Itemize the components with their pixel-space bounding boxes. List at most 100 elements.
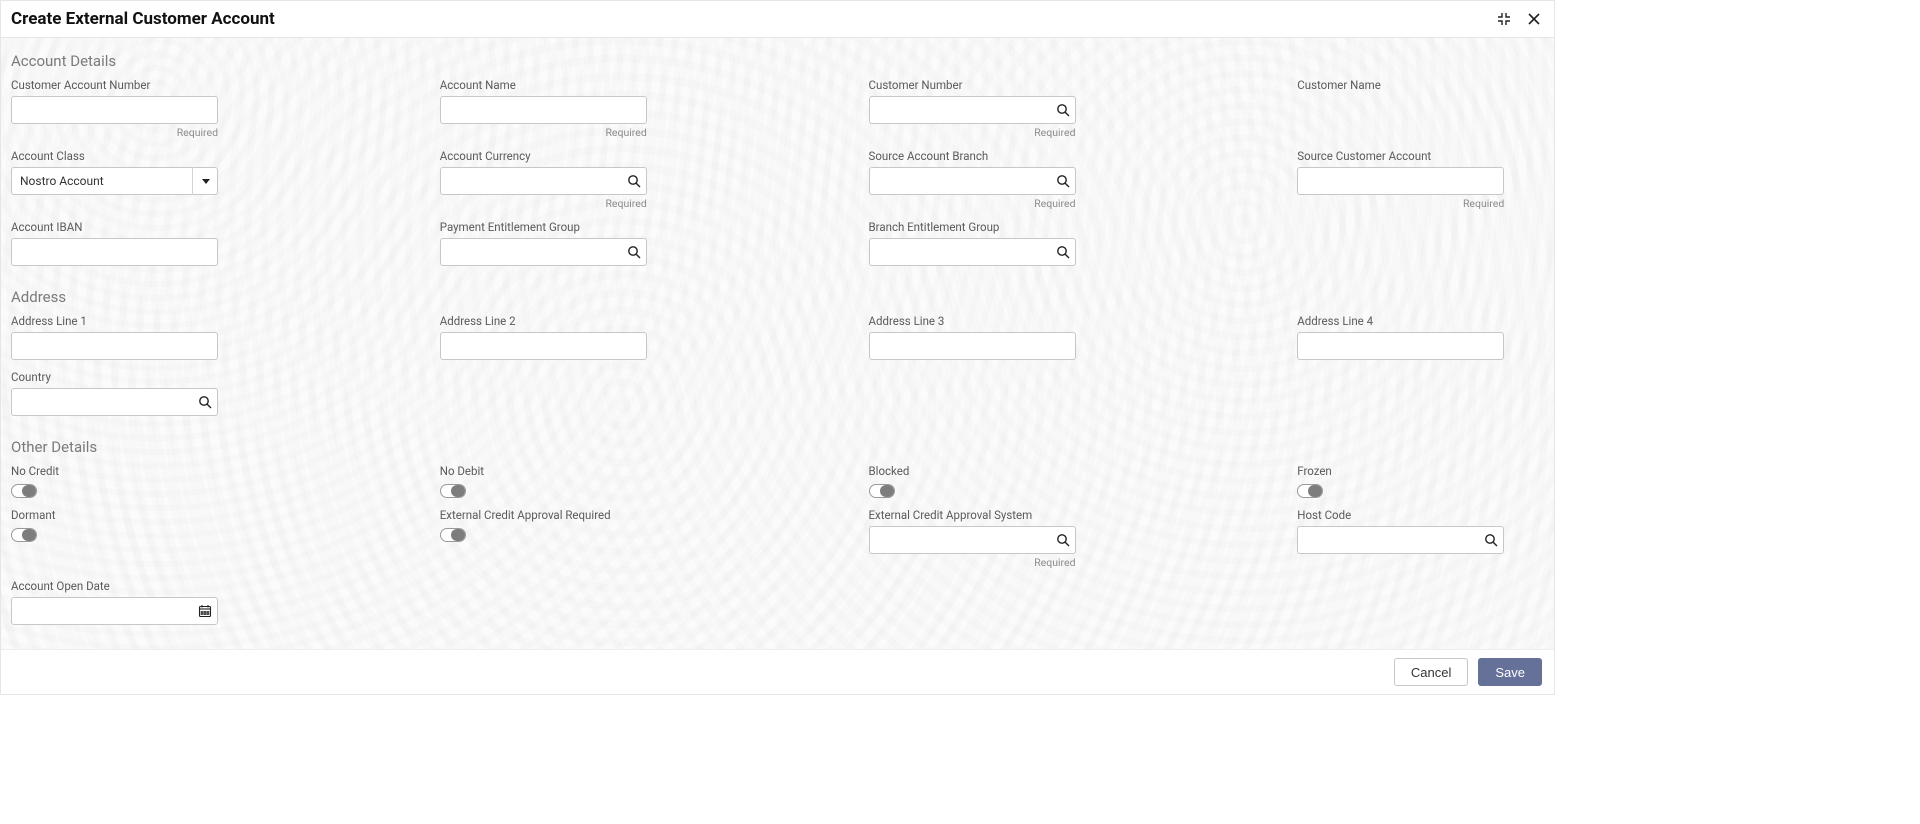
label-external-credit-approval-required: External Credit Approval Required bbox=[440, 508, 687, 522]
label-blocked: Blocked bbox=[869, 464, 1116, 478]
hint-required: Required bbox=[1297, 197, 1504, 210]
country-input[interactable] bbox=[11, 388, 218, 416]
label-no-debit: No Debit bbox=[440, 464, 687, 478]
label-host-code: Host Code bbox=[1297, 508, 1544, 522]
search-icon[interactable] bbox=[1050, 96, 1076, 124]
field-country: Country bbox=[11, 370, 258, 416]
field-external-credit-approval-system: External Credit Approval System Required bbox=[869, 508, 1116, 569]
source-customer-account-input[interactable] bbox=[1297, 167, 1504, 195]
field-branch-entitlement-group: Branch Entitlement Group bbox=[869, 220, 1116, 266]
source-account-branch-input[interactable] bbox=[869, 167, 1076, 195]
account-name-input[interactable] bbox=[440, 96, 647, 124]
field-account-class: Account Class Nostro Account bbox=[11, 149, 258, 210]
account-currency-input[interactable] bbox=[440, 167, 647, 195]
address-grid: Address Line 1 Address Line 2 Address Li… bbox=[11, 314, 1544, 420]
field-account-currency: Account Currency Required bbox=[440, 149, 687, 210]
external-credit-approval-system-input[interactable] bbox=[869, 526, 1076, 554]
search-icon[interactable] bbox=[621, 238, 647, 266]
address-line-4-input[interactable] bbox=[1297, 332, 1504, 360]
account-iban-input[interactable] bbox=[11, 238, 218, 266]
hint-required: Required bbox=[440, 197, 647, 210]
label-payment-entitlement-group: Payment Entitlement Group bbox=[440, 220, 687, 234]
account-details-grid: Customer Account Number Required Account… bbox=[11, 78, 1544, 270]
label-no-credit: No Credit bbox=[11, 464, 258, 478]
payment-entitlement-group-input[interactable] bbox=[440, 238, 647, 266]
hint-required: Required bbox=[11, 126, 218, 139]
account-open-date-input[interactable] bbox=[11, 597, 218, 625]
address-line-3-input[interactable] bbox=[869, 332, 1076, 360]
account-class-select[interactable]: Nostro Account bbox=[11, 167, 218, 195]
search-icon[interactable] bbox=[1050, 167, 1076, 195]
section-title-address: Address bbox=[11, 288, 1544, 306]
no-debit-toggle[interactable] bbox=[440, 484, 466, 498]
label-frozen: Frozen bbox=[1297, 464, 1544, 478]
label-account-class: Account Class bbox=[11, 149, 258, 163]
field-dormant: Dormant bbox=[11, 508, 258, 569]
label-account-currency: Account Currency bbox=[440, 149, 687, 163]
field-source-account-branch: Source Account Branch Required bbox=[869, 149, 1116, 210]
search-icon[interactable] bbox=[1050, 238, 1076, 266]
header-actions bbox=[1494, 9, 1544, 29]
label-dormant: Dormant bbox=[11, 508, 258, 522]
label-account-iban: Account IBAN bbox=[11, 220, 258, 234]
customer-account-number-input[interactable] bbox=[11, 96, 218, 124]
external-credit-approval-required-toggle[interactable] bbox=[440, 528, 466, 542]
field-account-iban: Account IBAN bbox=[11, 220, 258, 266]
label-address-line-2: Address Line 2 bbox=[440, 314, 687, 328]
search-icon[interactable] bbox=[621, 167, 647, 195]
search-icon[interactable] bbox=[192, 388, 218, 416]
section-title-other: Other Details bbox=[11, 438, 1544, 456]
label-customer-name: Customer Name bbox=[1297, 78, 1544, 92]
field-blocked: Blocked bbox=[869, 464, 1116, 498]
field-source-customer-account: Source Customer Account Required bbox=[1297, 149, 1544, 210]
chevron-down-icon[interactable] bbox=[192, 167, 218, 195]
account-class-value: Nostro Account bbox=[20, 174, 104, 188]
label-account-name: Account Name bbox=[440, 78, 687, 92]
field-address-line-4: Address Line 4 bbox=[1297, 314, 1544, 360]
branch-entitlement-group-input[interactable] bbox=[869, 238, 1076, 266]
host-code-input[interactable] bbox=[1297, 526, 1504, 554]
save-button[interactable]: Save bbox=[1478, 658, 1542, 686]
field-external-credit-approval-required: External Credit Approval Required bbox=[440, 508, 687, 569]
label-country: Country bbox=[11, 370, 258, 384]
field-host-code: Host Code bbox=[1297, 508, 1544, 569]
field-customer-account-number: Customer Account Number Required bbox=[11, 78, 258, 139]
collapse-icon[interactable] bbox=[1494, 9, 1514, 29]
cancel-button[interactable]: Cancel bbox=[1394, 658, 1468, 686]
dialog-title: Create External Customer Account bbox=[11, 9, 275, 29]
field-address-line-3: Address Line 3 bbox=[869, 314, 1116, 360]
search-icon[interactable] bbox=[1050, 526, 1076, 554]
dormant-toggle[interactable] bbox=[11, 528, 37, 542]
no-credit-toggle[interactable] bbox=[11, 484, 37, 498]
field-account-open-date: Account Open Date bbox=[11, 579, 258, 625]
label-source-account-branch: Source Account Branch bbox=[869, 149, 1116, 163]
address-line-2-input[interactable] bbox=[440, 332, 647, 360]
close-icon[interactable] bbox=[1524, 9, 1544, 29]
search-icon[interactable] bbox=[1478, 526, 1504, 554]
blocked-toggle[interactable] bbox=[869, 484, 895, 498]
field-address-line-2: Address Line 2 bbox=[440, 314, 687, 360]
label-external-credit-approval-system: External Credit Approval System bbox=[869, 508, 1116, 522]
label-address-line-4: Address Line 4 bbox=[1297, 314, 1544, 328]
frozen-toggle[interactable] bbox=[1297, 484, 1323, 498]
field-customer-number: Customer Number Required bbox=[869, 78, 1116, 139]
create-external-customer-account-dialog: Create External Customer Account Account… bbox=[0, 0, 1555, 695]
label-customer-number: Customer Number bbox=[869, 78, 1116, 92]
hint-required: Required bbox=[869, 197, 1076, 210]
field-customer-name: Customer Name bbox=[1297, 78, 1544, 139]
customer-number-input[interactable] bbox=[869, 96, 1076, 124]
label-source-customer-account: Source Customer Account bbox=[1297, 149, 1544, 163]
hint-required: Required bbox=[869, 126, 1076, 139]
dialog-header: Create External Customer Account bbox=[1, 1, 1554, 38]
calendar-icon[interactable] bbox=[192, 597, 218, 625]
label-branch-entitlement-group: Branch Entitlement Group bbox=[869, 220, 1116, 234]
field-account-name: Account Name Required bbox=[440, 78, 687, 139]
address-line-1-input[interactable] bbox=[11, 332, 218, 360]
field-no-credit: No Credit bbox=[11, 464, 258, 498]
field-no-debit: No Debit bbox=[440, 464, 687, 498]
label-address-line-1: Address Line 1 bbox=[11, 314, 258, 328]
field-frozen: Frozen bbox=[1297, 464, 1544, 498]
section-title-account: Account Details bbox=[11, 52, 1544, 70]
label-address-line-3: Address Line 3 bbox=[869, 314, 1116, 328]
label-customer-account-number: Customer Account Number bbox=[11, 78, 258, 92]
